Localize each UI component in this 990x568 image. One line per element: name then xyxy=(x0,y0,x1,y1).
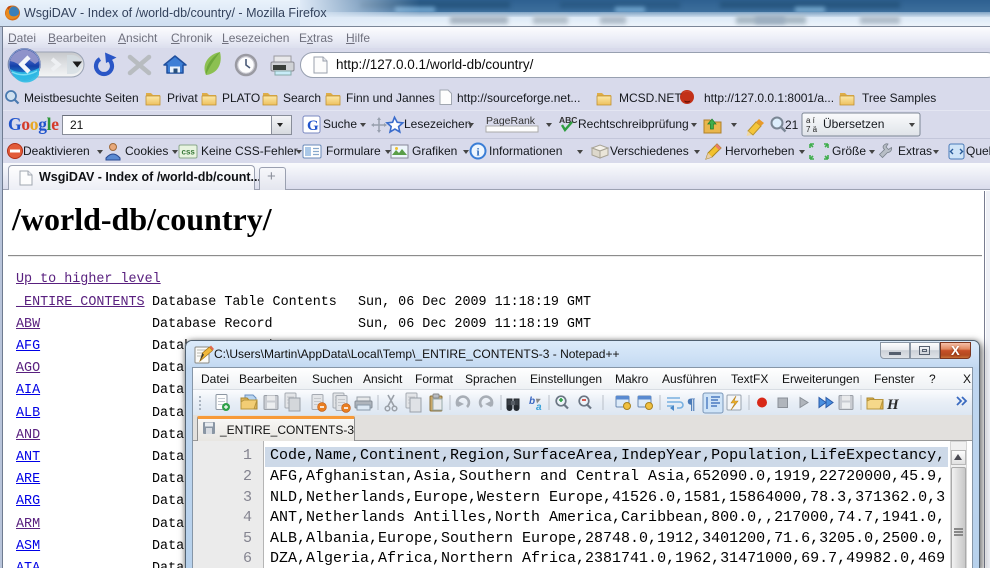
svg-text:i: i xyxy=(477,147,480,159)
svg-text:ABC: ABC xyxy=(559,115,577,125)
svg-text:¶: ¶ xyxy=(687,396,696,413)
svg-text:a í: a í xyxy=(806,116,816,125)
svg-text:b: b xyxy=(529,396,535,407)
svg-text:G: G xyxy=(307,118,319,134)
svg-text:css: css xyxy=(182,148,196,157)
svg-text:7 ä: 7 ä xyxy=(806,125,818,134)
svg-text:PageRank: PageRank xyxy=(486,115,536,127)
svg-text:a: a xyxy=(536,402,542,413)
svg-text:H: H xyxy=(886,397,900,413)
